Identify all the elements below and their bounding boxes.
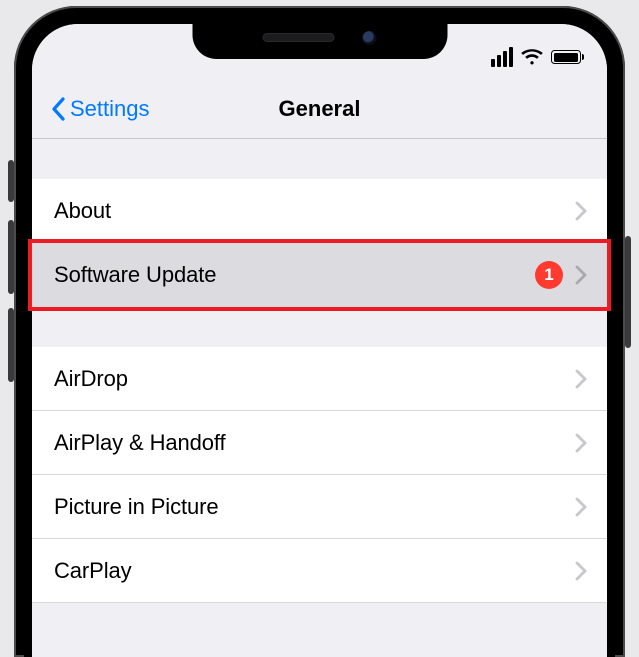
phone-bezel: Settings General About Software Update 1 (24, 16, 615, 657)
page-title: General (279, 96, 361, 122)
phone-side-button (625, 236, 631, 348)
wifi-icon (521, 48, 543, 66)
settings-group-2: AirDrop AirPlay & Handoff Picture in Pic… (32, 347, 607, 603)
chevron-right-icon (575, 201, 587, 221)
notification-badge: 1 (535, 261, 563, 289)
group-spacer (32, 307, 607, 347)
phone-screen: Settings General About Software Update 1 (32, 24, 607, 657)
row-label: AirPlay & Handoff (54, 430, 575, 456)
chevron-right-icon (575, 497, 587, 517)
chevron-right-icon (575, 369, 587, 389)
group-spacer (32, 139, 607, 179)
row-label: AirDrop (54, 366, 575, 392)
row-label: Picture in Picture (54, 494, 575, 520)
row-about[interactable]: About (32, 179, 607, 243)
row-software-update[interactable]: Software Update 1 (32, 243, 607, 307)
row-picture-in-picture[interactable]: Picture in Picture (32, 475, 607, 539)
row-label: CarPlay (54, 558, 575, 584)
back-button[interactable]: Settings (50, 96, 150, 122)
chevron-right-icon (575, 561, 587, 581)
cellular-signal-icon (491, 47, 513, 67)
back-label: Settings (70, 96, 150, 122)
row-airplay-handoff[interactable]: AirPlay & Handoff (32, 411, 607, 475)
phone-front-camera (363, 31, 377, 45)
navigation-bar: Settings General (32, 80, 607, 138)
chevron-right-icon (575, 433, 587, 453)
row-label: Software Update (54, 262, 535, 288)
battery-icon (551, 50, 581, 64)
chevron-left-icon (50, 97, 66, 121)
chevron-right-icon (575, 265, 587, 285)
row-carplay[interactable]: CarPlay (32, 539, 607, 603)
settings-group-1: About Software Update 1 (32, 179, 607, 307)
phone-frame: Settings General About Software Update 1 (14, 6, 625, 657)
phone-speaker (263, 33, 335, 42)
row-airdrop[interactable]: AirDrop (32, 347, 607, 411)
phone-notch (192, 16, 447, 59)
row-label: About (54, 198, 575, 224)
